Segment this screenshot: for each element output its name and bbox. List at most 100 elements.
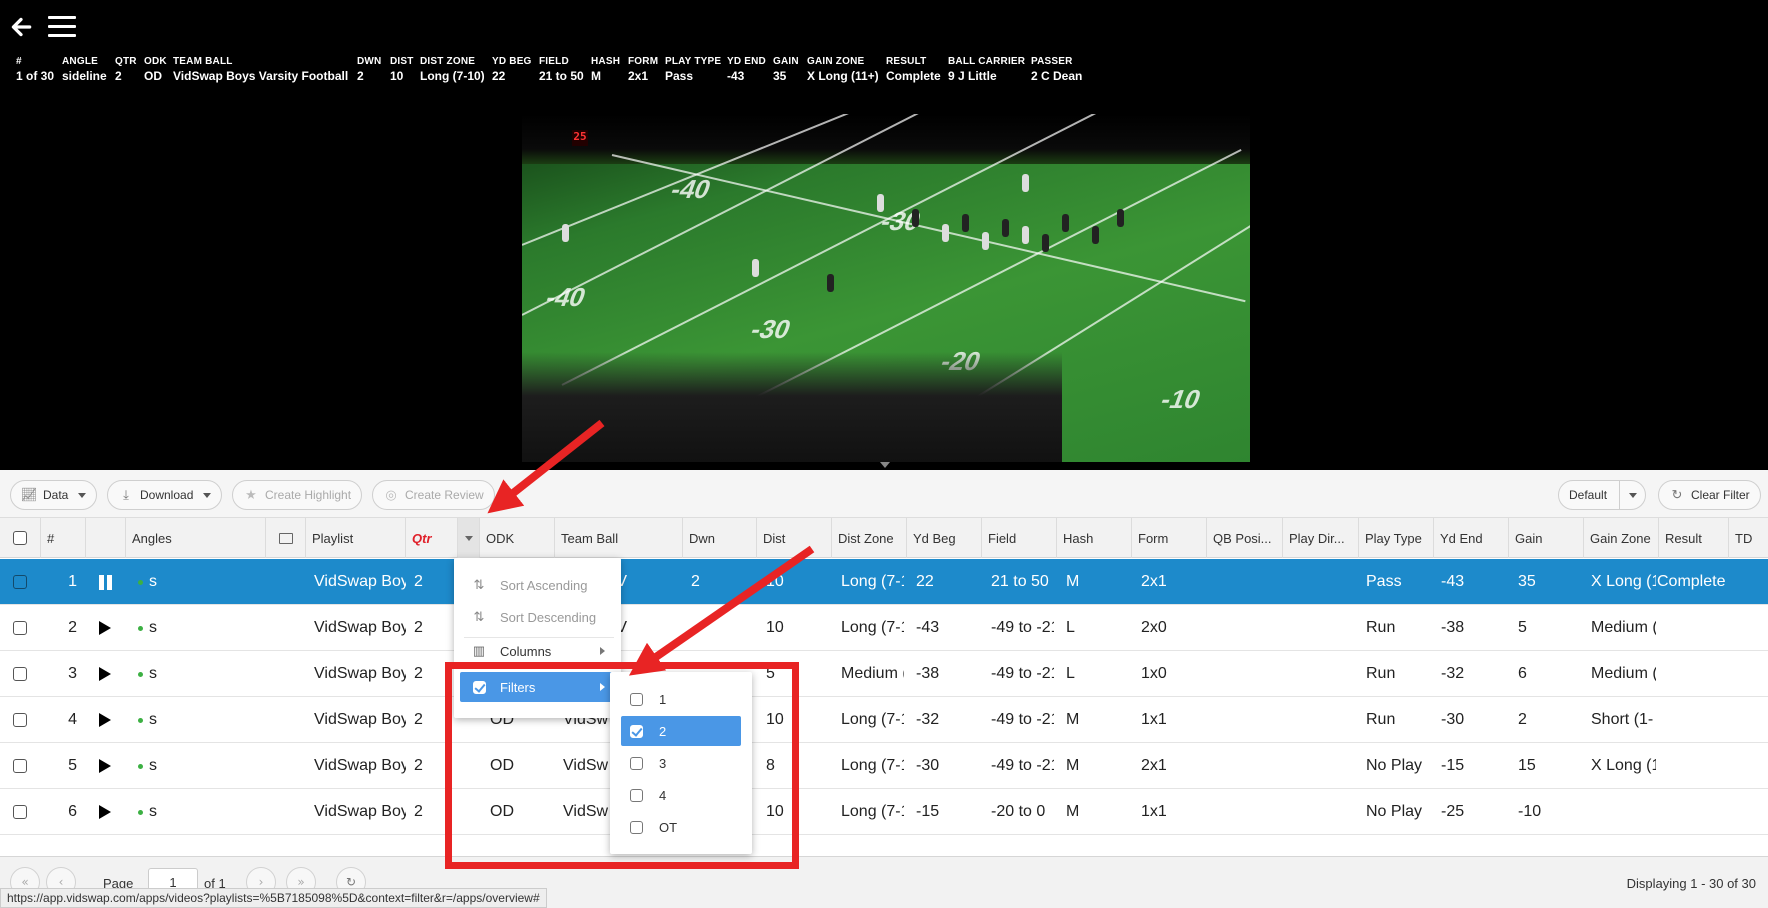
checkbox-checked-icon: [470, 680, 488, 694]
cell-odk: OD: [490, 803, 514, 820]
back-arrow-icon[interactable]: [8, 14, 34, 40]
col-header-qtr[interactable]: Qtr: [405, 518, 457, 558]
filter-option[interactable]: 1: [621, 684, 741, 714]
create-highlight-button[interactable]: ★ Create Highlight: [232, 480, 363, 510]
chevron-down-icon: [464, 535, 473, 541]
col-header-gain[interactable]: Gain: [1508, 518, 1583, 558]
table-row[interactable]: 3 s VidSwap Boy 2 5 Medium (-38 -49 to -21 L 1x0…: [0, 651, 1768, 697]
cell-yd-beg: 22: [916, 573, 934, 590]
play-icon[interactable]: [85, 605, 125, 651]
col-header-num[interactable]: #: [40, 518, 85, 558]
cell-dwn: 2: [691, 573, 700, 590]
cell-angle: s: [138, 651, 258, 697]
table-row[interactable]: 6 s VidSwap Boy 2 OD VidSw 10 Long (7-1 -15 -20 t…: [0, 789, 1768, 835]
cell-odk: OD: [490, 757, 514, 774]
col-header-dist-zone[interactable]: Dist Zone: [831, 518, 906, 558]
table-row[interactable]: 5 s VidSwap Boy 2 OD VidSw 8 Long (7-1 -30 -49 to…: [0, 743, 1768, 789]
col-header-odk[interactable]: ODK: [479, 518, 554, 558]
cell-gain-zone: X Long (1: [1591, 757, 1656, 774]
row-checkbox[interactable]: [13, 575, 27, 589]
col-header-qb-position[interactable]: QB Posi...: [1206, 518, 1282, 558]
row-checkbox[interactable]: [13, 759, 27, 773]
table-row[interactable]: 2sVidSwap Boy2p Boys V10Long (7-1-43-49 …: [0, 605, 1768, 651]
row-checkbox[interactable]: [13, 805, 27, 819]
row-checkbox[interactable]: [13, 621, 27, 635]
col-header-playlist[interactable]: Playlist: [305, 518, 405, 558]
row-checkbox-cell[interactable]: [0, 789, 40, 835]
column-menu-trigger[interactable]: [457, 518, 479, 558]
col-header-play-type[interactable]: Play Type: [1358, 518, 1433, 558]
row-checkbox[interactable]: [13, 667, 27, 681]
cell-dist: 5: [766, 665, 775, 682]
table-row[interactable]: 1sVidSwap Boy2p Boys V210Long (7-12221 t…: [0, 559, 1768, 605]
filter-option[interactable]: 3: [621, 748, 741, 778]
col-header-yd-end[interactable]: Yd End: [1433, 518, 1508, 558]
play-icon[interactable]: [85, 743, 125, 789]
col-header-field[interactable]: Field: [981, 518, 1056, 558]
col-header-dwn[interactable]: Dwn: [682, 518, 756, 558]
overlay-field-header: ODK: [144, 56, 167, 67]
select-all-checkbox-cell[interactable]: [0, 518, 40, 558]
yard-number: -40: [666, 174, 716, 204]
overlay-field-value: sideline: [62, 69, 107, 83]
cell-qtr: 2: [414, 757, 423, 774]
filter-option-checkbox[interactable]: [630, 788, 643, 802]
filter-option-checkbox[interactable]: [630, 692, 643, 706]
overlay-field-header: DIST: [390, 56, 414, 67]
col-header-angles[interactable]: Angles: [125, 518, 265, 558]
row-checkbox-cell[interactable]: [0, 651, 40, 697]
video-player[interactable]: #1 of 30 ANGLE sideline QTR 2 ODK OD TEAM BALL V…: [0, 0, 1768, 470]
cell-yd-beg: -30: [916, 757, 940, 774]
row-checkbox-cell[interactable]: [0, 697, 40, 743]
layout-dropdown-toggle[interactable]: [1619, 480, 1645, 510]
filters-item[interactable]: Filters: [460, 672, 615, 702]
create-highlight-label: Create Highlight: [265, 488, 352, 502]
col-header-form[interactable]: Form: [1131, 518, 1206, 558]
filter-option[interactable]: 4: [621, 780, 741, 810]
row-checkbox-cell[interactable]: [0, 743, 40, 789]
hamburger-menu-icon[interactable]: [48, 16, 76, 38]
col-header-dist[interactable]: Dist: [756, 518, 831, 558]
row-checkbox[interactable]: [13, 713, 27, 727]
filter-option[interactable]: 2: [621, 716, 741, 746]
col-header-yd-beg[interactable]: Yd Beg: [906, 518, 981, 558]
collapse-toggle-icon[interactable]: [880, 462, 890, 468]
row-checkbox-cell[interactable]: [0, 605, 40, 651]
col-header-result[interactable]: Result: [1658, 518, 1728, 558]
row-checkbox-cell[interactable]: [0, 559, 40, 605]
filter-option-checkbox[interactable]: [630, 820, 643, 834]
scoreboard: 25: [572, 130, 588, 146]
data-button[interactable]: 📈︎ Data: [10, 480, 98, 510]
create-review-button[interactable]: ◎ Create Review: [372, 480, 495, 510]
col-header-td[interactable]: TD: [1728, 518, 1768, 558]
download-button[interactable]: ⤓ Download: [107, 480, 223, 510]
filter-option[interactable]: OT: [621, 812, 741, 842]
sort-descending-item[interactable]: ⇅ Sort Descending: [460, 602, 615, 632]
columns-item[interactable]: ▥ Columns: [460, 636, 615, 666]
pause-icon[interactable]: [85, 559, 125, 605]
filter-submenu: 1 2 3 4 OT: [610, 672, 752, 854]
clear-filter-button[interactable]: ↻ Clear Filter: [1658, 480, 1761, 510]
cell-play-type: Run: [1366, 665, 1396, 682]
overlay-field: DIST 10: [390, 56, 414, 83]
column-menu: ⇅ Sort Ascending ⇅ Sort Descending ▥ Col…: [454, 558, 621, 718]
play-icon[interactable]: [85, 651, 125, 697]
play-icon[interactable]: [85, 789, 125, 835]
cell-playlist: VidSwap Boy: [314, 573, 406, 590]
play-icon[interactable]: [85, 697, 125, 743]
col-header-gain-zone[interactable]: Gain Zone: [1583, 518, 1658, 558]
cell-yd-beg: -32: [916, 711, 940, 728]
col-header-thumbnail[interactable]: [265, 518, 305, 558]
table-row[interactable]: 4 s VidSwap Boy 2 OD VidSw 10 Long (7-1 -32 -49 t…: [0, 697, 1768, 743]
col-header-team-ball[interactable]: Team Ball: [554, 518, 682, 558]
overlay-field-value: 10: [390, 69, 404, 83]
sort-ascending-item[interactable]: ⇅ Sort Ascending: [460, 570, 615, 600]
select-all-checkbox[interactable]: [13, 531, 27, 545]
filter-option-checkbox[interactable]: [630, 724, 643, 738]
overlay-field: #1 of 30: [16, 56, 54, 83]
layout-select[interactable]: Default: [1558, 480, 1647, 510]
cell-num: 1: [68, 573, 77, 590]
col-header-play-direction[interactable]: Play Dir...: [1282, 518, 1358, 558]
filter-option-checkbox[interactable]: [630, 756, 643, 770]
col-header-hash[interactable]: Hash: [1056, 518, 1131, 558]
